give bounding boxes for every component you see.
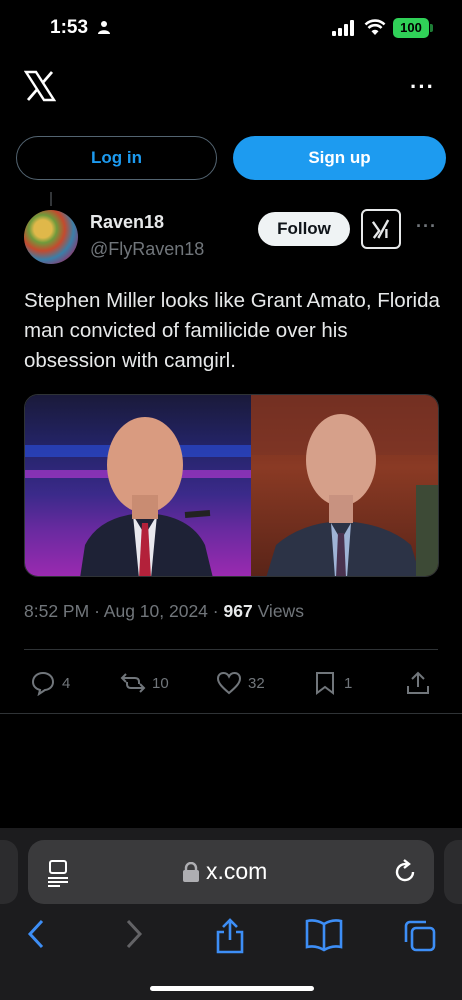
- home-indicator: [150, 986, 314, 991]
- divider: [0, 713, 462, 714]
- tweet-text: Stephen Miller looks like Grant Amato, F…: [24, 289, 440, 372]
- login-button[interactable]: Log in: [16, 136, 217, 180]
- bookmark-icon: [316, 672, 334, 695]
- avatar[interactable]: [24, 210, 78, 264]
- photo-left-figure: [25, 417, 251, 576]
- share-icon: [407, 671, 429, 694]
- tweet-date[interactable]: Aug 10, 2024: [104, 601, 208, 621]
- author-name[interactable]: Raven18: [90, 212, 164, 233]
- repost-button[interactable]: 10: [120, 665, 169, 701]
- tabs-icon[interactable]: [402, 918, 438, 954]
- views-count: 967: [223, 601, 253, 621]
- divider: [24, 649, 438, 650]
- tweet-media[interactable]: [24, 394, 439, 577]
- status-bar: 1:53 100: [0, 0, 462, 58]
- bookmark-button[interactable]: 1: [312, 665, 352, 701]
- battery-icon: 100: [393, 18, 429, 38]
- like-button[interactable]: 32: [216, 665, 265, 701]
- tweet-more-button[interactable]: ···: [416, 216, 437, 237]
- more-options-button[interactable]: ···: [410, 74, 435, 100]
- photo-right-figure: [251, 395, 438, 576]
- author-handle[interactable]: @FlyRaven18: [90, 239, 204, 260]
- person-icon: [98, 21, 110, 34]
- tweet-meta: 8:52 PM · Aug 10, 2024 · 967 Views: [24, 601, 304, 622]
- previous-tab-peek[interactable]: [0, 840, 18, 904]
- browser-chrome: x.com: [0, 828, 462, 1000]
- wifi-icon: [364, 19, 386, 35]
- share-button[interactable]: [405, 665, 437, 701]
- media-photo-right[interactable]: [251, 395, 438, 576]
- reload-icon[interactable]: [392, 858, 418, 886]
- media-photo-left[interactable]: [25, 395, 251, 576]
- thread-connector: [50, 192, 52, 206]
- signup-button[interactable]: Sign up: [233, 136, 446, 180]
- address-bar[interactable]: x.com: [28, 840, 434, 904]
- like-icon: [216, 671, 242, 695]
- battery-tip: [430, 24, 433, 32]
- reply-icon: [31, 671, 55, 696]
- follow-button[interactable]: Follow: [258, 212, 350, 246]
- tweet-time[interactable]: 8:52 PM: [24, 601, 89, 621]
- browser-share-icon[interactable]: [214, 918, 246, 954]
- like-count: 32: [248, 674, 265, 692]
- repost-icon: [120, 673, 146, 693]
- auth-buttons: Log in Sign up: [16, 136, 446, 180]
- url-text[interactable]: x.com: [206, 858, 267, 885]
- forward-icon[interactable]: [120, 918, 148, 950]
- x-logo-icon[interactable]: [24, 70, 56, 102]
- tweet-actions: 4 10 32 1: [0, 665, 462, 705]
- bookmark-count: 1: [344, 674, 353, 692]
- bookmarks-book-icon[interactable]: [304, 918, 344, 952]
- browser-toolbar: [0, 918, 462, 968]
- reply-button[interactable]: 4: [30, 665, 70, 701]
- next-tab-peek[interactable]: [444, 840, 462, 904]
- reply-count: 4: [62, 674, 71, 692]
- status-time: 1:53: [50, 17, 89, 38]
- repost-count: 10: [152, 674, 169, 692]
- grok-icon[interactable]: [361, 209, 401, 249]
- meta-separator: ·: [94, 601, 104, 621]
- back-icon[interactable]: [22, 918, 50, 950]
- signal-icon: [332, 20, 354, 36]
- reader-icon[interactable]: [46, 859, 72, 887]
- lock-icon: [183, 862, 199, 882]
- meta-separator: ·: [212, 601, 224, 621]
- views-label: Views: [257, 601, 304, 621]
